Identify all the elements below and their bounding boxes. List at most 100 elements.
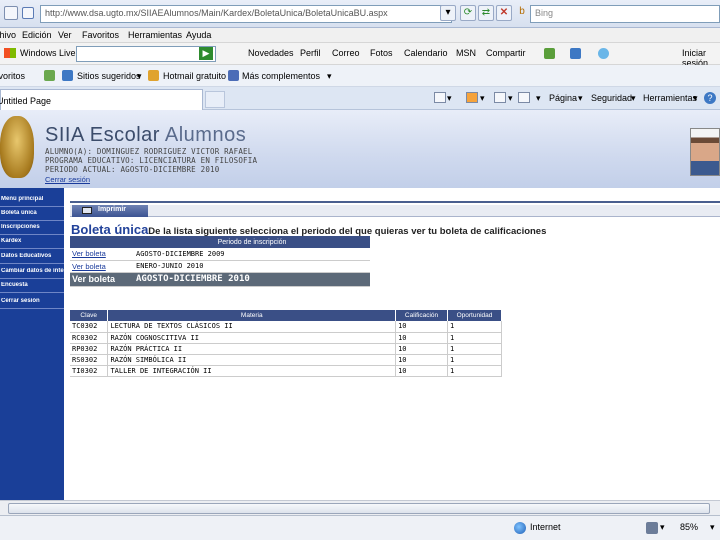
sidebar-item-main-menu[interactable]: Menú principal [0,196,64,202]
back-icon[interactable] [4,6,18,20]
attempt-cell: 1 [447,332,502,344]
translate-icon[interactable] [570,48,581,59]
sidebar-item-report-card[interactable]: Boleta única [0,210,64,216]
new-tab-button[interactable] [205,91,225,108]
horizontal-scrollbar[interactable] [0,500,720,515]
live-link-share[interactable]: Compartir [486,48,526,58]
home-arrow[interactable]: ▾ [447,93,452,104]
search-input[interactable]: Bing [530,5,720,23]
zoom-arrow[interactable]: ▾ [710,522,715,533]
grade-cell: 10 [395,332,449,344]
feeds-arrow[interactable]: ▾ [480,93,485,104]
safety-menu[interactable]: Seguridad [591,93,632,103]
sidebar-item-change-data[interactable]: Cambiar datos de interés [0,268,64,274]
zoom-level[interactable]: 85% [680,522,698,532]
home-icon[interactable] [434,92,446,103]
stop-icon[interactable]: ✕ [496,5,512,21]
page-icon [22,7,34,19]
live-link-msn[interactable]: MSN [456,48,476,58]
period-cell: ENERO-JUNIO 2010 [134,260,370,273]
code-cell: RS0302 [70,354,109,366]
live-search-input[interactable] [76,46,216,62]
current-period: PERIODO ACTUAL: AGOSTO-DICIEMBRE 2010 [45,165,220,174]
live-search-go-icon[interactable]: ▶ [199,47,213,60]
live-link-calendar[interactable]: Calendario [404,48,448,58]
sidebar-item-logout[interactable]: Cerrar sesión [0,298,64,304]
live-link-news[interactable]: Novedades [248,48,294,58]
attempt-cell: 1 [447,365,502,377]
favorites-label[interactable]: Favoritos [0,71,25,81]
live-link-profile[interactable]: Perfil [300,48,321,58]
fav-hotmail[interactable]: Hotmail gratuito [163,71,226,81]
help-icon[interactable]: ? [704,92,716,104]
mail-icon[interactable] [494,92,506,103]
menu-view[interactable]: Ver [58,30,72,40]
messenger-icon[interactable] [598,48,609,59]
printer-icon [82,207,92,214]
sidebar-item-enrollment[interactable]: Inscripciones [0,224,64,230]
sidebar: Menú principal Boleta única Inscripcione… [0,188,64,500]
safety-menu-arrow[interactable]: ▾ [631,93,636,104]
live-link-photos[interactable]: Fotos [370,48,393,58]
compatibility-icon[interactable]: ▾ [440,5,456,21]
windows-flag-icon [4,48,16,58]
sidebar-item-kardex[interactable]: Kardex [0,238,64,244]
fav-more-addons[interactable]: Más complementos [242,71,320,81]
menu-edit[interactable]: Edición [22,30,52,40]
menu-help[interactable]: Ayuda [186,30,211,40]
fav-suggested-arrow[interactable]: ▾ [137,71,142,82]
print-arrow[interactable]: ▾ [536,93,541,104]
feeds-icon[interactable] [466,92,478,103]
column-header-grade: Calificación [395,310,449,321]
menu-favorites[interactable]: Favoritos [82,30,119,40]
live-link-mail[interactable]: Correo [332,48,360,58]
mail-arrow[interactable]: ▾ [508,93,513,104]
url-field[interactable]: http://www.dsa.ugto.mx/SIIAEAlumnos/Main… [40,5,452,23]
favorites-bar: Favoritos Sitios sugeridos ▾ Hotmail gra… [0,65,720,87]
page-menu[interactable]: Página [549,93,577,103]
page-menu-arrow[interactable]: ▾ [578,93,583,104]
subject-cell: RAZÓN PRÁCTICA II [107,343,397,355]
sidebar-divider [0,308,64,309]
column-header-code: Clave [70,310,109,321]
table-header-row: Periodo de inscripción [70,236,370,248]
menu-bar: Archivo Edición Ver Favoritos Herramient… [0,28,720,43]
sidebar-item-education-data[interactable]: Datos Educativos [0,253,64,259]
code-cell: RP0302 [70,343,109,355]
attempt-cell: 1 [447,354,502,366]
app-title-suffix: Alumnos [164,124,247,146]
fav-addons-arrow[interactable]: ▾ [327,71,332,82]
view-report-link[interactable]: Ver boleta [70,248,134,261]
refresh-go-icon[interactable]: ⇄ [478,5,494,21]
period-cell: AGOSTO-DICIEMBRE 2010 [134,272,370,287]
code-cell: TC0302 [70,321,109,333]
bing-logo-icon: b [519,6,525,17]
tools-menu[interactable]: Herramientas [643,93,697,103]
fav-suggested-sites[interactable]: Sitios sugeridos [77,71,141,81]
menu-tools[interactable]: Herramientas [128,30,182,40]
sidebar-item-survey[interactable]: Encuesta [0,282,64,288]
period-cell: AGOSTO-DICIEMBRE 2009 [134,248,370,261]
protected-mode-arrow[interactable]: ▾ [660,522,665,533]
suggested-sites-icon [62,70,73,81]
print-button[interactable]: Imprimir [72,205,148,217]
view-report-link[interactable]: Ver boleta [70,260,134,273]
grade-cell: 10 [395,365,449,377]
tab-current[interactable]: Untitled Page [0,89,203,110]
column-header-attempt: Oportunidad [447,310,502,321]
refresh-icon[interactable]: ⟳ [460,5,476,21]
menu-file[interactable]: Archivo [0,30,16,40]
highlight-icon[interactable] [544,48,555,59]
scrollbar-thumb[interactable] [8,503,710,514]
protected-mode-icon[interactable] [646,522,658,534]
add-favorite-icon[interactable] [44,70,55,81]
print-icon[interactable] [518,92,530,103]
view-report-link[interactable]: Ver boleta [70,272,134,287]
tools-menu-arrow[interactable]: ▾ [693,93,698,104]
hotmail-icon [148,70,159,81]
table-row: RP0302 RAZÓN PRÁCTICA II 10 1 [70,343,502,355]
attempt-cell: 1 [447,343,502,355]
program-name: PROGRAMA EDUCATIVO: LICENCIATURA EN FILO… [45,156,258,165]
code-cell: RC0302 [70,332,109,344]
logout-link[interactable]: Cerrar sesión [45,175,90,184]
